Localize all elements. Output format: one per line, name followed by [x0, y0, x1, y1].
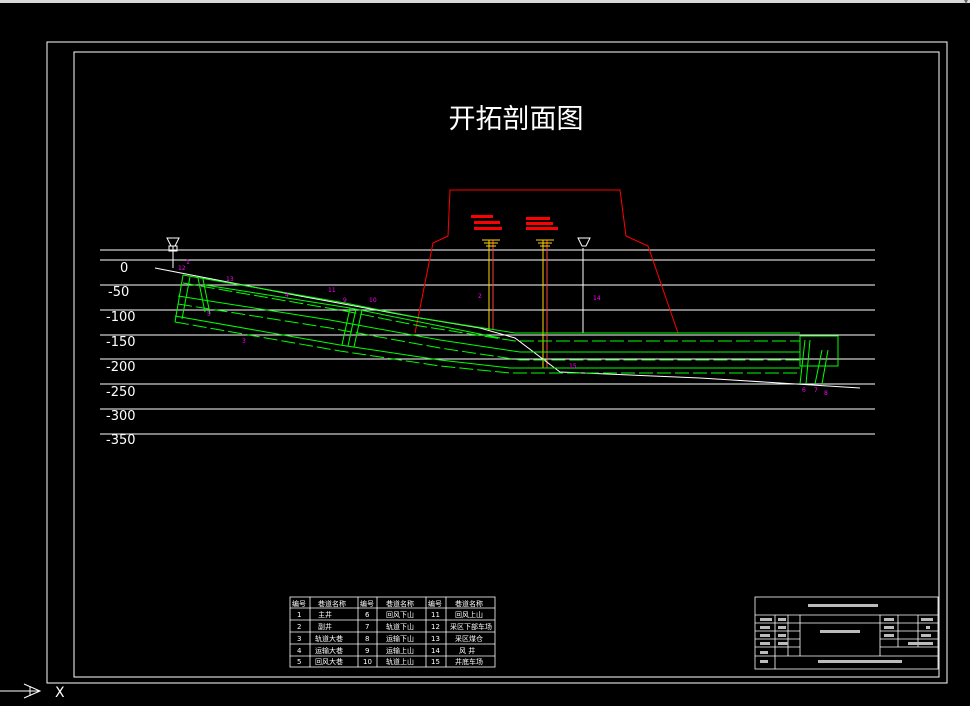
- auxiliary-shaft: [536, 239, 554, 368]
- legend-cell: 7: [365, 623, 369, 631]
- surface-building-main: [471, 215, 502, 230]
- roadway-number: 10: [369, 297, 377, 304]
- roadway-number-labels: 1 2 3 4 5 6 7 8 9 10 11 12 13 14 15: [178, 259, 828, 397]
- legend-cell: 回风上山: [455, 610, 483, 619]
- legend-cell: 回风下山: [386, 610, 414, 619]
- roadway-number: 6: [802, 387, 806, 394]
- depth-label: -250: [106, 385, 136, 400]
- roadway-number: 2: [478, 293, 482, 300]
- inner-frame: [73, 51, 940, 678]
- legend-cell: 14: [431, 647, 440, 655]
- outer-frame: [46, 41, 948, 684]
- legend-cell: 主井: [318, 610, 332, 619]
- title-block-fill: [760, 604, 933, 663]
- level-lines: [100, 249, 875, 435]
- legend-cell: 运输上山: [386, 646, 414, 655]
- legend-header: 巷道名称: [318, 599, 346, 608]
- roadway-number: 14: [593, 295, 601, 302]
- legend-cell: 15: [431, 658, 440, 666]
- legend-header: 巷道名称: [455, 599, 483, 608]
- legend-cell: 8: [365, 635, 369, 643]
- legend-cell: 11: [431, 611, 440, 619]
- legend-cell: 3: [297, 635, 301, 643]
- roadway-number: 15: [569, 363, 577, 370]
- roadway-number: 3: [242, 338, 246, 345]
- legend-cell: 运输大巷: [315, 646, 343, 655]
- legend-cell: 运输下山: [386, 634, 414, 643]
- headframe-icon: [166, 237, 180, 268]
- roadway-number: 8: [824, 390, 828, 397]
- legend-cell: 6: [365, 611, 370, 619]
- coal-seam-line: [154, 267, 861, 389]
- roadway-number: 12: [178, 265, 186, 272]
- roadway-number: 5: [207, 311, 211, 318]
- legend-cell: 采区煤仓: [455, 634, 483, 643]
- legend-cell: 副井: [318, 622, 332, 631]
- ucs-x-label: X: [55, 685, 65, 701]
- depth-label: -150: [106, 335, 136, 350]
- roadway-number: 1: [186, 259, 190, 266]
- depth-label: 0: [120, 261, 128, 276]
- roadway-number: 4: [285, 292, 289, 299]
- legend-cell: 13: [431, 635, 440, 643]
- roadway-number: 11: [328, 287, 336, 294]
- legend-cell: 轨道上山: [386, 657, 414, 666]
- legend-cell: 采区下部车场: [450, 622, 492, 631]
- depth-label: -300: [106, 409, 136, 424]
- legend-cell: 轨道大巷: [315, 634, 343, 643]
- depth-label: -100: [106, 310, 136, 325]
- legend-cell: 5: [297, 658, 301, 666]
- depth-labels: 0 -50 -100 -150 -200 -250 -300 -350: [106, 261, 136, 448]
- legend-cell: 2: [297, 623, 301, 631]
- ucs-axis-icon: [0, 683, 42, 699]
- legend-header: 编号: [428, 599, 442, 608]
- depth-label: -50: [108, 285, 129, 300]
- depth-label: -350: [106, 433, 136, 448]
- surface-building-aux: [526, 217, 558, 230]
- legend-header: 巷道名称: [386, 599, 414, 608]
- legend-header: 编号: [360, 599, 374, 608]
- roadway-number: 7: [814, 387, 818, 394]
- legend-cell: 轨道下山: [386, 622, 414, 631]
- depth-label: -200: [106, 360, 136, 375]
- legend-cell: 12: [431, 623, 440, 631]
- drawing-title: 开拓剖面图: [449, 104, 584, 135]
- drawing-canvas[interactable]: 开拓剖面图 0 -50 -100 -150 -200 -250 -300 -35…: [0, 0, 970, 706]
- legend-cell: 井底车场: [455, 657, 483, 666]
- legend-cell: 4: [297, 647, 302, 655]
- legend-cell: 9: [365, 647, 369, 655]
- legend-cell: 风 井: [459, 646, 475, 655]
- roadway-number: 13: [226, 276, 234, 283]
- legend-cell: 回风大巷: [315, 657, 343, 666]
- legend-cell: 1: [297, 611, 301, 619]
- legend-cell: 10: [363, 658, 372, 666]
- legend-header: 编号: [292, 599, 306, 608]
- roadway-number: 9: [343, 297, 347, 304]
